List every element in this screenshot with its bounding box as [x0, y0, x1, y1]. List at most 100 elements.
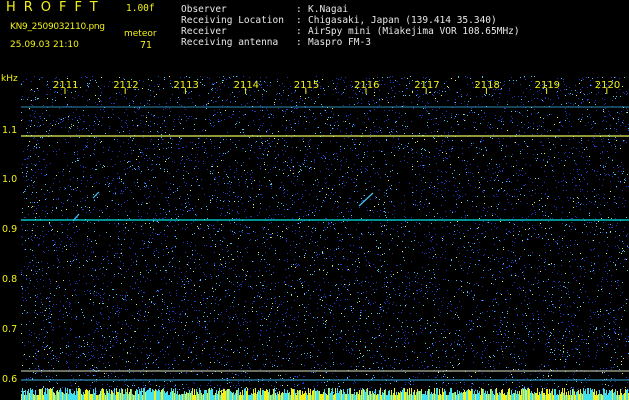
- band-spike: [569, 395, 570, 400]
- band-spike: [621, 393, 622, 400]
- band-spike: [614, 392, 615, 400]
- band-spike: [70, 389, 71, 400]
- band-spike: [611, 390, 612, 400]
- band-spike: [162, 389, 163, 400]
- band-spike: [189, 390, 190, 400]
- band-spike: [533, 394, 534, 400]
- band-spike: [455, 392, 456, 400]
- band-spike: [595, 395, 596, 400]
- band-spike: [395, 395, 396, 400]
- band-spike: [492, 391, 493, 400]
- band-spike: [413, 392, 414, 400]
- band-spike: [211, 388, 212, 400]
- band-spike: [71, 393, 72, 400]
- band-spike: [280, 395, 281, 400]
- band-spike: [111, 390, 112, 400]
- band-spike: [174, 393, 175, 400]
- band-spike: [462, 393, 463, 400]
- band-spike: [501, 390, 502, 400]
- band-spike: [491, 389, 492, 400]
- band-spike: [547, 389, 548, 400]
- band-spike: [326, 394, 327, 400]
- band-spike: [377, 394, 378, 400]
- band-spike: [258, 390, 259, 400]
- band-spike: [212, 389, 213, 400]
- band-spike: [340, 389, 341, 400]
- band-spike: [366, 389, 367, 400]
- band-spike: [332, 388, 333, 400]
- band-spike: [237, 390, 238, 400]
- band-spike: [555, 389, 556, 400]
- band-spike: [116, 388, 117, 400]
- band-spike: [385, 389, 386, 400]
- band-spike: [422, 394, 423, 400]
- band-spike: [566, 392, 567, 400]
- band-spike: [458, 394, 459, 400]
- band-spike: [525, 389, 526, 400]
- band-spike: [414, 390, 415, 400]
- band-spike: [153, 390, 154, 400]
- band-spike: [487, 391, 488, 400]
- band-spike: [519, 391, 520, 400]
- band-spike: [441, 395, 442, 400]
- band-spike: [95, 388, 96, 400]
- band-spike: [503, 394, 504, 400]
- band-spike: [300, 390, 301, 400]
- band-spike: [464, 390, 465, 400]
- band-spike: [106, 389, 107, 400]
- band-spike: [476, 394, 477, 400]
- band-spike: [38, 395, 39, 400]
- band-spike: [596, 391, 597, 400]
- band-spike: [473, 394, 474, 400]
- band-spike: [107, 391, 108, 400]
- band-spike: [21, 394, 22, 400]
- band-spike: [117, 392, 118, 400]
- band-spike: [616, 395, 617, 400]
- band-spike: [556, 395, 557, 400]
- band-spike: [120, 393, 121, 400]
- band-spike: [384, 390, 385, 400]
- band-spike: [542, 388, 543, 400]
- band-spike: [68, 394, 69, 400]
- band-spike: [273, 389, 274, 400]
- band-spike: [507, 392, 508, 400]
- band-spike: [67, 388, 68, 400]
- band-spike: [279, 391, 280, 400]
- band-spike: [312, 391, 313, 400]
- band-spike: [203, 394, 204, 400]
- x-tick-label: 2114: [234, 80, 259, 91]
- band-spike: [408, 395, 409, 400]
- band-spike: [261, 395, 262, 400]
- x-tick-label: 2120: [595, 80, 620, 91]
- band-spike: [123, 394, 124, 400]
- band-spike: [465, 392, 466, 400]
- band-spike: [244, 389, 245, 400]
- band-spike: [241, 395, 242, 400]
- band-spike: [180, 395, 181, 400]
- band-spike: [303, 394, 304, 400]
- band-spike: [128, 394, 129, 400]
- band-spike: [236, 390, 237, 400]
- y-tick-label: 1.0: [2, 174, 18, 185]
- band-spike: [411, 388, 412, 400]
- band-spike: [40, 389, 41, 400]
- band-spike: [528, 388, 529, 400]
- band-spike: [151, 392, 152, 400]
- band-spike: [563, 393, 564, 400]
- band-spike: [78, 388, 79, 400]
- band-spike: [409, 388, 410, 400]
- band-spike: [35, 390, 36, 400]
- band-spike: [239, 395, 240, 400]
- band-spike: [418, 391, 419, 400]
- band-spike: [218, 391, 219, 400]
- band-spike: [254, 393, 255, 400]
- band-spike: [32, 389, 33, 400]
- band-spike: [291, 388, 292, 400]
- band-spike: [587, 388, 588, 400]
- band-spike: [510, 395, 511, 400]
- band-spike: [585, 390, 586, 400]
- band-spike: [378, 395, 379, 400]
- band-spike: [29, 393, 30, 400]
- band-spike: [553, 395, 554, 400]
- band-spike: [449, 392, 450, 400]
